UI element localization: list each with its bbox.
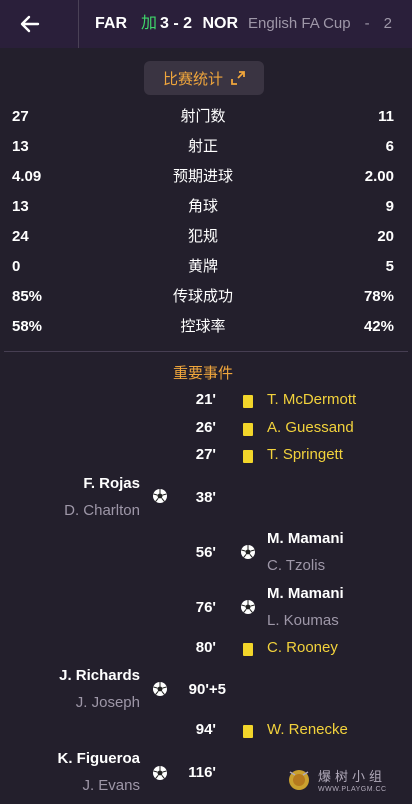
event-scorer: M. Mamani bbox=[267, 530, 344, 547]
event-player: T. Springett bbox=[267, 446, 343, 463]
match-stats-button[interactable]: 比赛统计 bbox=[144, 61, 264, 95]
header-overflow-text: 2 bbox=[383, 15, 392, 32]
stat-away-value: 78% bbox=[363, 288, 394, 305]
stat-row-passes-completed: 85% 传球成功 78% bbox=[0, 282, 412, 312]
yellow-card-icon bbox=[238, 419, 258, 439]
top-bar: FAR 加 3 - 2 NOR English FA Cup -2 bbox=[0, 0, 412, 48]
watermark-line1: 爆树小组 bbox=[318, 769, 387, 785]
event-assist: J. Joseph bbox=[75, 694, 140, 711]
yellow-card-icon bbox=[238, 639, 258, 659]
stat-row-possession: 58% 控球率 42% bbox=[0, 312, 412, 342]
stat-row-yellow-cards: 0 黄牌 5 bbox=[0, 252, 412, 282]
stat-away-value: 9 bbox=[385, 198, 394, 215]
event-assist: J. Evans bbox=[82, 777, 140, 794]
event-assist: L. Koumas bbox=[267, 612, 339, 629]
home-team-name: FAR bbox=[95, 15, 127, 32]
stat-row-xg: 4.09 预期进球 2.00 bbox=[0, 162, 412, 192]
watermark-text: 爆树小组 WWW.PLAYGM.CC bbox=[318, 766, 387, 793]
event-minute: 27' bbox=[195, 446, 216, 463]
event-minute: 116' bbox=[188, 764, 216, 781]
yellow-card-icon bbox=[238, 391, 258, 411]
stat-row-fouls: 24 犯规 20 bbox=[0, 222, 412, 252]
score: 3 - 2 bbox=[160, 15, 193, 32]
event-player: C. Rooney bbox=[267, 639, 338, 656]
stat-label: 射正 bbox=[187, 138, 218, 155]
football-icon bbox=[150, 763, 170, 783]
extra-time-marker: 加 bbox=[141, 15, 158, 32]
event-scorer: M. Mamani bbox=[267, 585, 344, 602]
match-stats-button-label: 比赛统计 bbox=[162, 70, 223, 88]
event-player: T. McDermott bbox=[267, 391, 357, 408]
stat-label: 传球成功 bbox=[172, 288, 233, 305]
event-scorer: J. Richards bbox=[59, 667, 140, 684]
stat-away-value: 6 bbox=[385, 138, 394, 155]
stat-label: 预期进球 bbox=[172, 168, 233, 185]
football-icon bbox=[238, 542, 258, 562]
football-icon bbox=[238, 597, 258, 617]
match-score-header: FAR 加 3 - 2 NOR English FA Cup -2 bbox=[95, 14, 392, 34]
event-minute: 56' bbox=[195, 544, 216, 561]
competition-name: English FA Cup bbox=[248, 15, 351, 32]
stat-label: 控球率 bbox=[180, 318, 226, 335]
event-player: W. Renecke bbox=[267, 721, 348, 738]
section-divider bbox=[4, 351, 408, 352]
stat-away-value: 2.00 bbox=[364, 168, 394, 185]
stat-away-value: 20 bbox=[377, 228, 394, 245]
back-arrow-icon[interactable] bbox=[16, 10, 44, 38]
away-team-name: NOR bbox=[202, 15, 239, 32]
event-minute: 26' bbox=[195, 419, 216, 436]
stat-away-value: 5 bbox=[385, 258, 394, 275]
yellow-card-icon bbox=[238, 446, 258, 466]
event-player: A. Guessand bbox=[267, 419, 354, 436]
watermark: 爆树小组 WWW.PLAYGM.CC bbox=[286, 762, 406, 796]
stat-away-value: 42% bbox=[363, 318, 394, 335]
watermark-line2: WWW.PLAYGM.CC bbox=[318, 785, 387, 793]
event-minute: 76' bbox=[195, 599, 216, 616]
event-minute: 21' bbox=[195, 391, 216, 408]
event-assist: C. Tzolis bbox=[267, 557, 326, 574]
stat-label: 犯规 bbox=[187, 228, 218, 245]
football-icon bbox=[150, 679, 170, 699]
header-separator: - bbox=[364, 15, 370, 32]
event-minute: 80' bbox=[195, 639, 216, 656]
event-scorer: K. Figueroa bbox=[57, 750, 140, 767]
stat-label: 射门数 bbox=[180, 108, 226, 125]
stat-label: 角球 bbox=[187, 198, 218, 215]
event-scorer: F. Rojas bbox=[83, 475, 140, 492]
expand-icon bbox=[231, 71, 245, 85]
stat-row-shots: 27 射门数 11 bbox=[0, 102, 412, 132]
stat-label: 黄牌 bbox=[187, 258, 218, 275]
stat-row-shots-on-target: 13 射正 6 bbox=[0, 132, 412, 162]
watermark-logo-icon bbox=[289, 770, 309, 790]
event-assist: D. Charlton bbox=[64, 502, 140, 519]
yellow-card-icon bbox=[238, 721, 258, 741]
event-minute: 90'+5 bbox=[188, 681, 226, 698]
stat-row-corners: 13 角球 9 bbox=[0, 192, 412, 222]
event-minute: 94' bbox=[195, 721, 216, 738]
header-divider bbox=[78, 0, 79, 48]
key-events-title: 重要事件 bbox=[172, 365, 233, 382]
football-icon bbox=[150, 486, 170, 506]
event-minute: 38' bbox=[195, 489, 216, 506]
stat-away-value: 11 bbox=[378, 108, 394, 125]
